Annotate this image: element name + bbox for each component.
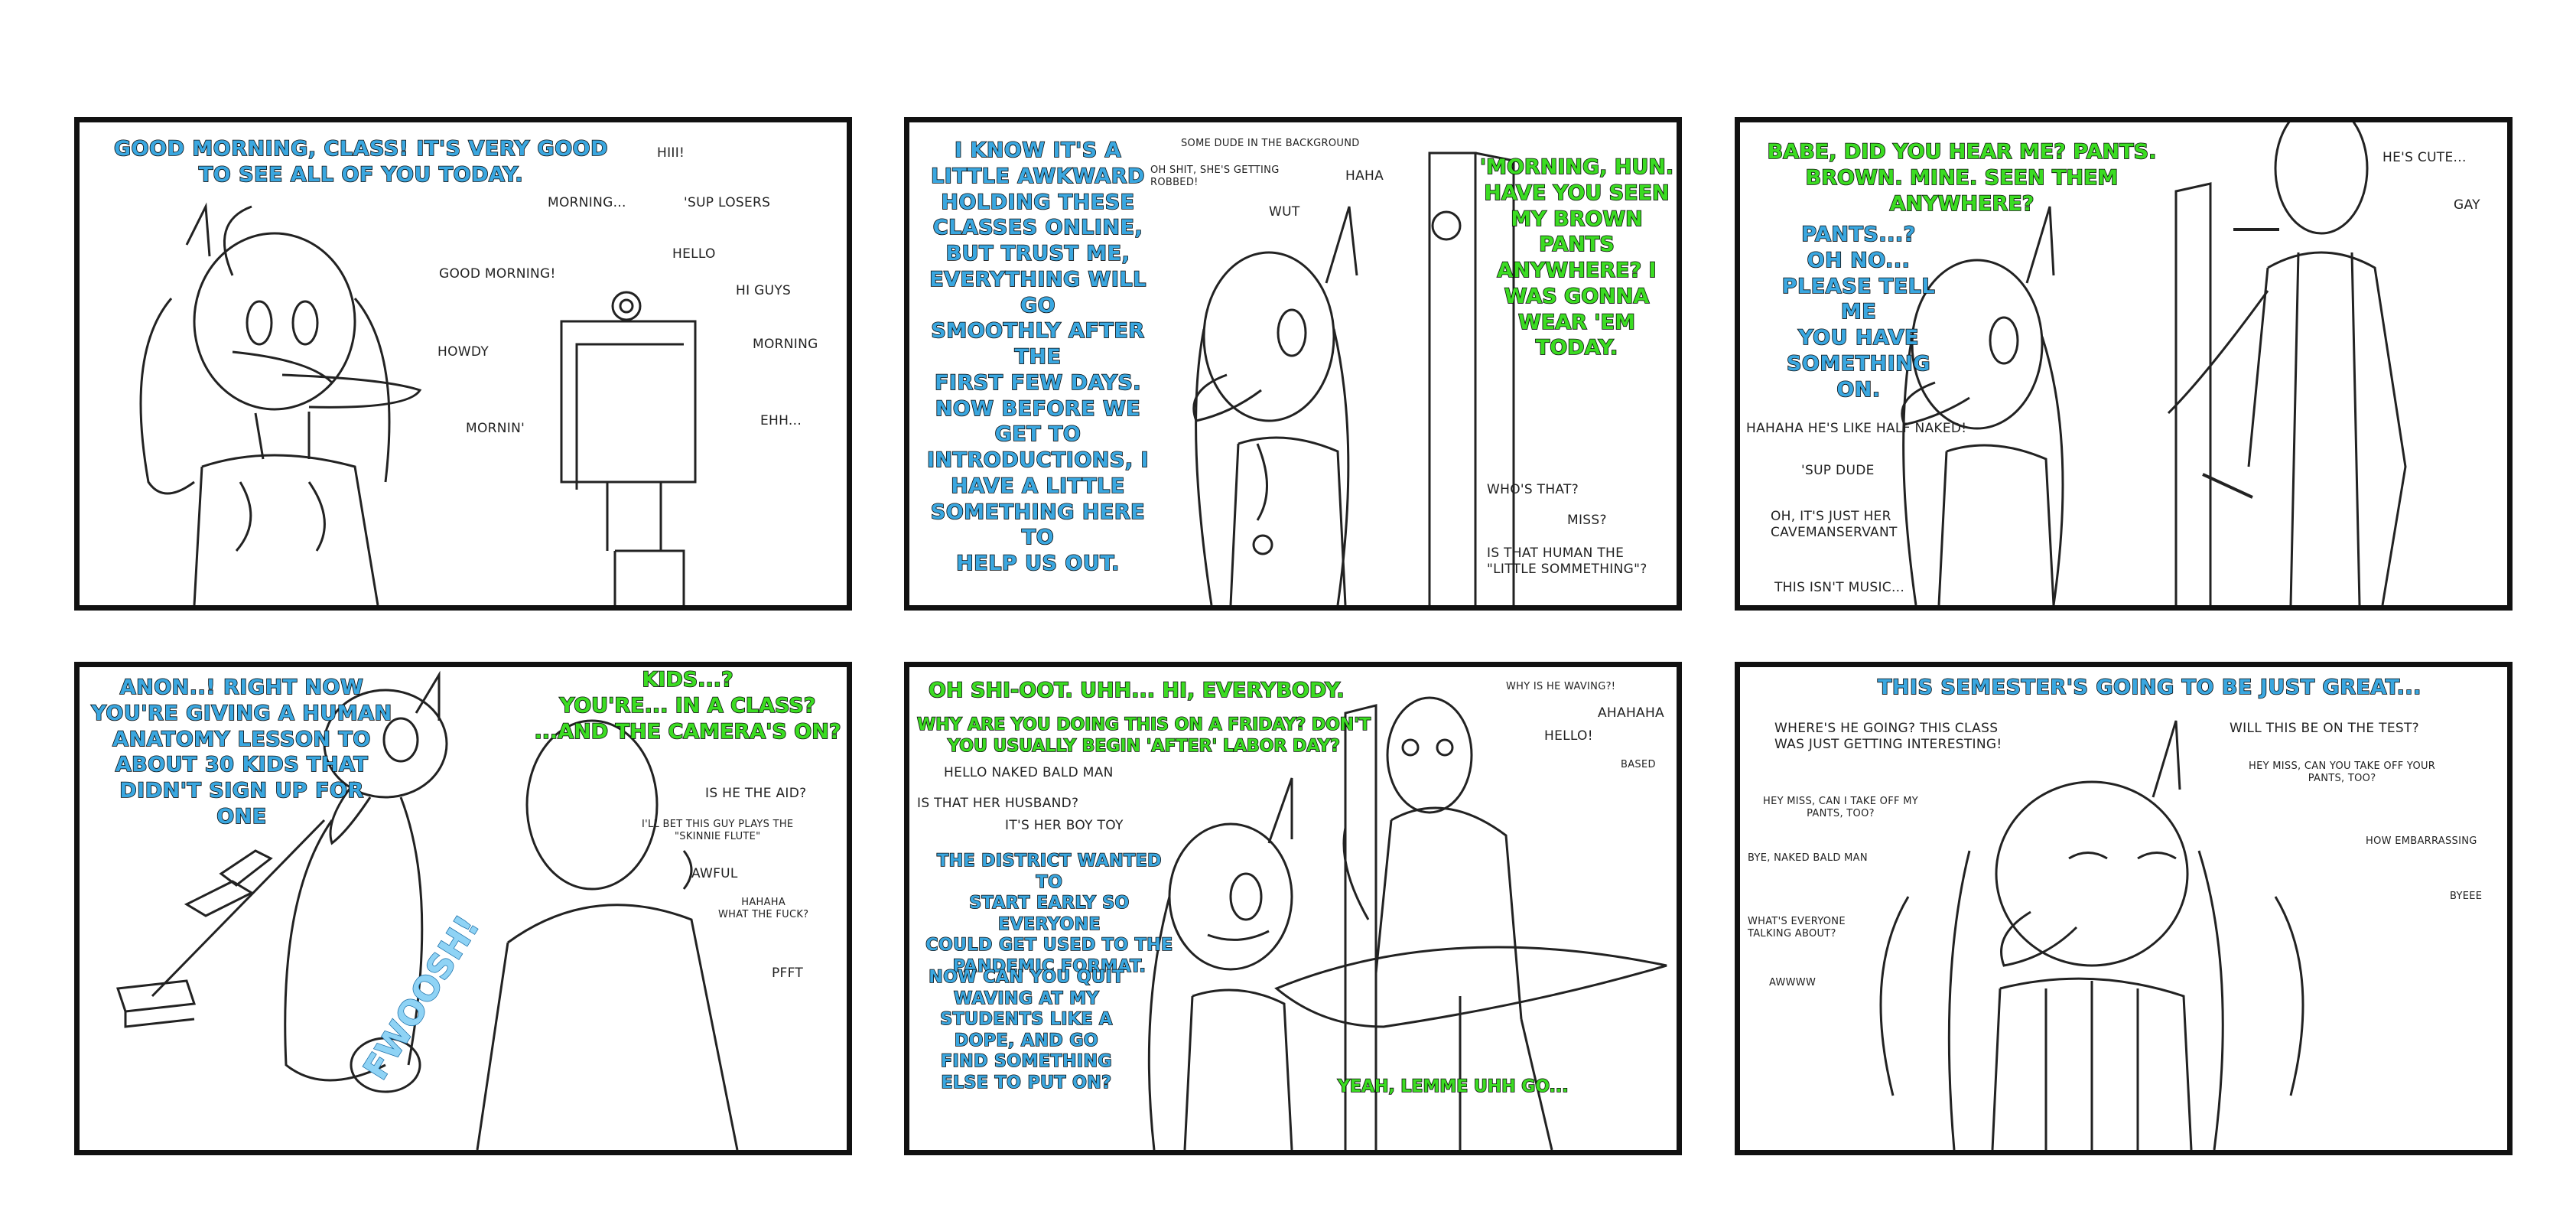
chat-message: Morning... [548,195,626,210]
chat-message: 'Sup losers [684,195,771,210]
chat-message: Ehh... [760,413,802,428]
man-speech: Why are you doing this on a Friday? Don'… [916,715,1371,756]
chat-message: Hello [672,246,716,262]
chat-message: Who's that? [1487,482,1579,497]
chat-message: Hahaha he's like half naked! [1746,421,1967,436]
chat-message: Oh shit, she's getting robbed! [1150,164,1280,189]
chat-message: I'll bet this guy plays the "skinnie flu… [642,819,794,843]
comic-panel-2: I know it's a little awkward holding the… [904,117,1682,611]
chat-message: Where's he going? This class was just ge… [1774,721,2002,753]
chat-message: Hello! [1544,728,1593,744]
chat-message: Miss? [1567,513,1607,528]
chat-message: Based [1621,759,1656,770]
chat-message: Ahahaha [1598,705,1664,721]
chat-message: Good morning! [439,266,556,282]
man-reply: Yeah, lemme uhh go... [1337,1076,1569,1097]
chat-message: Morning [753,337,818,352]
chat-message: Hey miss, can you take off your pants, t… [2249,760,2436,785]
chat-message: Hey miss, can I take off my pants, too? [1763,796,1918,820]
man-speech: Oh shi-oot. Uhh... hi, everybody. [928,678,1345,703]
offscreen-speech: Babe, did you hear me? Pants. Brown. Min… [1767,139,2157,216]
chat-message: He's cute... [2382,150,2467,165]
chat-message: Some dude in the background [1181,138,1360,149]
chat-message: Oh, it's just her cavemanservant [1771,509,1898,541]
chat-message: Is that her husband? [917,796,1079,811]
comic-panel-1: Good morning, class! It's very good to s… [74,117,852,611]
chat-message: Howdy [437,344,490,360]
chat-message: This isn't music... [1774,580,1905,595]
teacher-speech: I know it's a little awkward holding the… [926,138,1150,576]
man-speech: Kids...? You're... in a class? ...and th… [534,667,842,744]
chat-message: Wut [1269,204,1300,220]
chat-message: Hello naked bald man [944,765,1114,780]
chat-message: Mornin' [466,421,525,436]
chat-message: Hahaha what the fuck? [718,897,809,921]
chat-message: Hiii! [657,145,685,161]
chat-message: Hi guys [736,283,792,298]
chat-message: Pfft [772,966,804,981]
teacher-speech: Now can you quit waving at my students l… [928,967,1124,1093]
teacher-speech: This semester's going to be just great..… [1877,675,2422,700]
chat-message: How embarrassing [2366,835,2477,847]
chat-message: Bye, naked bald man [1748,852,1868,864]
chat-message: Will this be on the test? [2230,721,2419,736]
chat-message: Is he the aid? [705,786,807,801]
chat-message: Awful [691,866,738,881]
teacher-speech: Anon..! Right now you're giving a human … [91,675,392,829]
comic-panel-4: Anon..! Right now you're giving a human … [74,662,852,1155]
chat-message: Is that human the "little sommething"? [1487,545,1647,578]
teacher-speech: The district wanted to start early so ev… [925,851,1173,976]
chat-message: It's her boy toy [1005,818,1124,833]
chat-message: 'Sup dude [1801,463,1875,478]
offscreen-speech: 'Morning, hun. Have you seen my brown pa… [1479,155,1674,360]
comic-panel-5: Oh shi-oot. Uhh... hi, everybody. Why ar… [904,662,1682,1155]
chat-message: What's everyone talking about? [1748,916,1846,940]
chat-message: Haha [1345,168,1384,184]
teacher-speech: Good morning, class! It's very good to s… [113,136,609,187]
comic-panel-6: This semester's going to be just great..… [1735,662,2513,1155]
teacher-speech: Pants...? Oh no... Please tell me you ha… [1781,222,1936,402]
comic-panel-3: Babe, did you hear me? Pants. Brown. Min… [1735,117,2513,611]
chat-message: Byeee [2450,891,2483,902]
chat-message: Gay [2454,197,2480,213]
chat-message: Why is he waving?! [1506,681,1616,692]
chat-message: Awwww [1769,977,1817,988]
